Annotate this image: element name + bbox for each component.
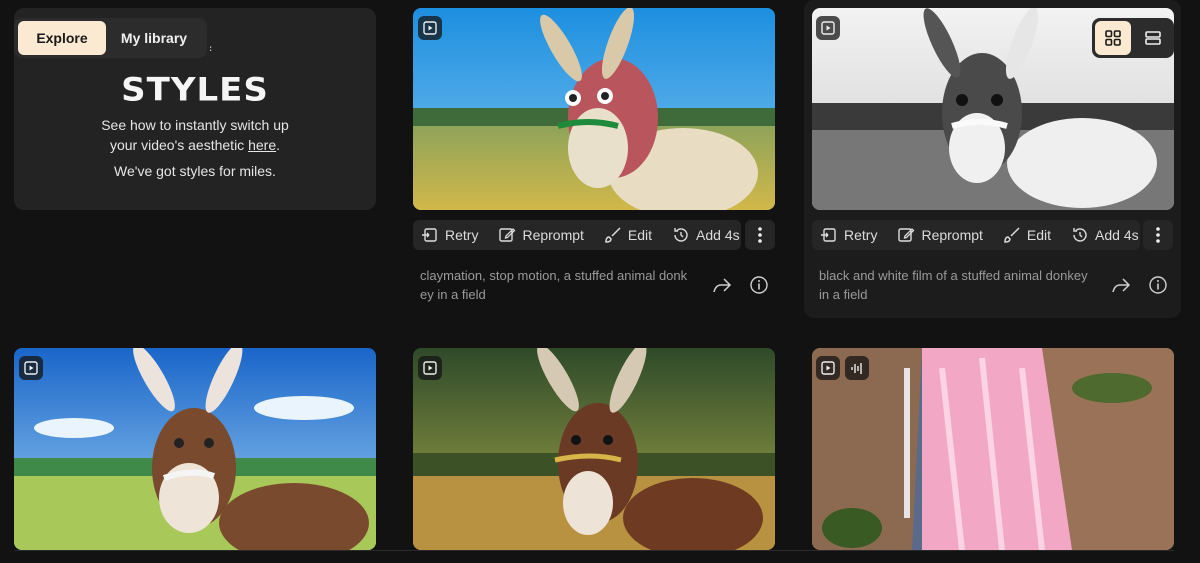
edit-pencil-icon	[499, 228, 516, 242]
claymation-donkey-image	[413, 8, 775, 210]
video-thumbnail-anime[interactable]	[14, 348, 376, 550]
feature-desc-line1: See how to instantly switch up	[101, 117, 289, 133]
edit-label: Edit	[1026, 227, 1052, 243]
realistic-donkey-image	[413, 348, 775, 550]
tab-switch: Explore My library	[14, 18, 207, 58]
reprompt-button[interactable]: Reprompt	[897, 226, 983, 244]
feature-desc-period: .	[276, 137, 280, 153]
play-icon	[423, 21, 437, 35]
edit-button[interactable]: Edit	[604, 226, 652, 244]
divider	[14, 550, 1174, 551]
edit-pencil-icon	[898, 228, 915, 242]
view-toggle	[1092, 18, 1174, 58]
share-button[interactable]	[711, 275, 733, 297]
retry-icon	[422, 228, 437, 242]
info-button[interactable]	[748, 274, 770, 296]
anime-donkey-image	[14, 348, 376, 550]
play-icon	[821, 361, 835, 375]
prompt-text: black and white film of a stuffed animal…	[819, 268, 1088, 302]
add-4s-label: Add 4s	[696, 227, 740, 243]
video-thumbnail-realistic[interactable]	[413, 348, 775, 550]
reprompt-button[interactable]: Reprompt	[498, 226, 584, 244]
reprompt-label: Reprompt	[921, 227, 983, 243]
play-badge	[19, 356, 43, 380]
feature-here-link[interactable]: here	[248, 137, 276, 153]
play-badge	[816, 356, 840, 380]
info-icon	[750, 276, 768, 294]
add-4s-button[interactable]: Add 4s	[672, 226, 740, 244]
add-4s-button[interactable]: Add 4s	[1071, 226, 1139, 244]
add-4s-label: Add 4s	[1095, 227, 1139, 243]
retry-icon	[821, 228, 836, 242]
info-icon	[1149, 276, 1167, 294]
video-thumbnail-claymation[interactable]	[413, 8, 775, 210]
feature-title: STYLES	[121, 71, 269, 109]
play-badge	[816, 16, 840, 40]
retry-button[interactable]: Retry	[820, 226, 877, 244]
extend-clock-icon	[674, 228, 688, 242]
retry-label: Retry	[844, 227, 878, 243]
audio-badge	[845, 356, 869, 380]
share-button[interactable]	[1110, 275, 1132, 297]
brush-icon	[605, 227, 621, 243]
more-options-button[interactable]	[1143, 220, 1173, 250]
play-badge	[418, 16, 442, 40]
share-icon	[713, 278, 732, 293]
audio-waveform-icon	[851, 363, 862, 374]
play-icon	[423, 361, 437, 375]
edit-label: Edit	[627, 227, 653, 243]
list-view-button[interactable]	[1135, 21, 1171, 55]
prompt-text: claymation, stop motion, a stuffed anima…	[420, 268, 688, 302]
more-vertical-icon	[1156, 227, 1160, 243]
play-icon	[821, 21, 835, 35]
play-icon	[24, 361, 38, 375]
grid-icon	[1105, 30, 1121, 46]
more-vertical-icon	[758, 227, 762, 243]
retry-button[interactable]: Retry	[421, 226, 478, 244]
feature-desc-line2: your video's aesthetic	[109, 137, 249, 153]
info-button[interactable]	[1147, 274, 1169, 296]
tab-explore[interactable]: Explore	[18, 21, 106, 55]
action-bar-card1: Retry Reprompt Edit Add 4s	[413, 220, 741, 250]
edit-button[interactable]: Edit	[1003, 226, 1051, 244]
retry-label: Retry	[445, 227, 479, 243]
more-options-button[interactable]	[745, 220, 775, 250]
share-icon	[1112, 278, 1131, 293]
video-thumbnail-waterfall[interactable]	[812, 348, 1174, 550]
action-bar-card2: Retry Reprompt Edit Add 4s	[812, 220, 1140, 250]
grid-view-button[interactable]	[1095, 21, 1131, 55]
list-icon	[1145, 31, 1161, 45]
reprompt-label: Reprompt	[522, 227, 584, 243]
brush-icon	[1004, 227, 1020, 243]
extend-clock-icon	[1073, 228, 1087, 242]
feature-description: See how to instantly switch up your vide…	[14, 115, 376, 155]
play-badge	[418, 356, 442, 380]
tab-my-library[interactable]: My library	[106, 21, 202, 55]
feature-desc-line3: We've got styles for miles.	[114, 163, 276, 179]
